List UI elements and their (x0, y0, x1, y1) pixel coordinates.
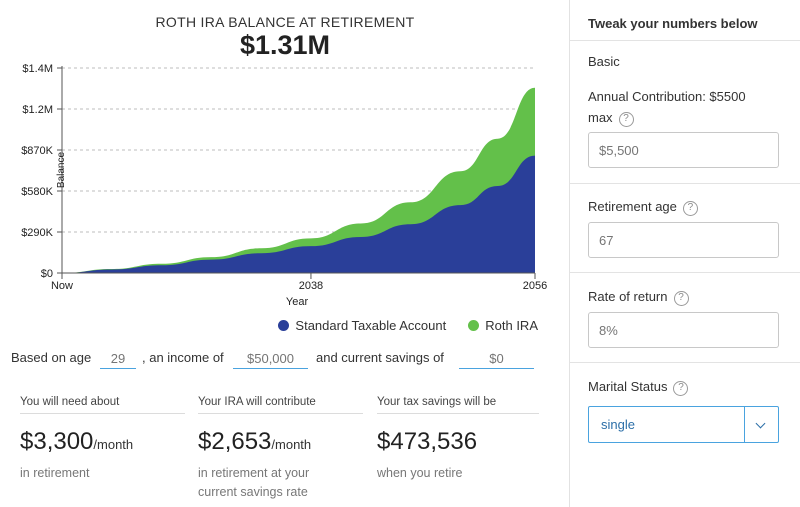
chevron-down-icon (755, 418, 766, 429)
contribution-input[interactable] (588, 132, 779, 168)
legend-dot-standard (278, 320, 290, 331)
sentence-part-3: and current savings of (316, 350, 444, 365)
section-label-basic: Basic (588, 54, 620, 69)
y-tick-label: $870K (21, 145, 53, 157)
stat-need-label: You will need about (20, 396, 185, 414)
retirement-age-label: Retirement age? (588, 196, 698, 217)
rate-of-return-label-text: Rate of return (588, 289, 668, 304)
stat-tax-sub: when you retire (377, 466, 463, 480)
stat-need: You will need about $3,300/month in reti… (20, 396, 185, 483)
panel-title: Tweak your numbers below (588, 16, 758, 31)
legend-item-standard: Standard Taxable Account (278, 318, 446, 333)
stat-tax-label: Your tax savings will be (377, 396, 539, 414)
x-axis-label: Year (286, 296, 309, 308)
age-input[interactable] (100, 348, 136, 369)
stat-tax: Your tax savings will be $473,536 when y… (377, 396, 539, 483)
settings-panel: Tweak your numbers below Basic Annual Co… (569, 0, 800, 507)
legend-label-standard: Standard Taxable Account (295, 318, 447, 333)
help-icon[interactable]: ? (618, 112, 634, 127)
y-axis-label: Balance (56, 151, 67, 188)
income-input[interactable] (233, 348, 308, 369)
chart-legend: Standard Taxable Account Roth IRA (278, 318, 538, 333)
x-tick-label: Now (51, 280, 73, 292)
stat-tax-value: $473,536 (377, 428, 478, 455)
help-icon[interactable]: ? (682, 201, 698, 216)
contribution-label-text: Annual Contribution: $5500 max (588, 89, 746, 125)
legend-label-roth: Roth IRA (485, 318, 538, 333)
stat-ira-label: Your IRA will contribute (198, 396, 363, 414)
y-tick-label: $290K (21, 227, 53, 239)
y-tick-label: $1.2M (22, 104, 53, 116)
sentence-part-2: , an income of (142, 350, 224, 365)
marital-status-value: single (601, 417, 635, 432)
legend-dot-roth (468, 320, 480, 331)
chart-areas (62, 87, 535, 273)
stat-ira-unit: /month (271, 437, 312, 452)
x-tick-label: 2038 (299, 280, 323, 292)
marital-status-label-text: Marital Status (588, 379, 668, 394)
panel-divider (570, 362, 800, 363)
marital-status-select[interactable]: single (588, 406, 779, 443)
stat-tax-value-row: $473,536 (377, 428, 539, 456)
retirement-age-label-text: Retirement age (588, 199, 677, 214)
help-icon[interactable]: ? (673, 381, 689, 396)
marital-status-label: Marital Status? (588, 376, 689, 397)
rate-of-return-label: Rate of return? (588, 286, 689, 307)
stat-ira-value: $2,653 (198, 428, 272, 455)
savings-input[interactable] (459, 348, 534, 369)
stat-need-unit: /month (93, 437, 134, 452)
contribution-label: Annual Contribution: $5500 max? (588, 86, 768, 128)
dropdown-button[interactable] (744, 407, 778, 442)
balance-chart: $0 $290K $580K $870K $1.2M $1.4M Now 2038 2056 B… (21, 63, 547, 308)
stat-ira-sub: in retirement at your current savings ra… (198, 466, 310, 499)
stat-need-sub: in retirement (20, 466, 90, 480)
legend-item-roth: Roth IRA (468, 318, 538, 333)
sentence-part-1: Based on age (11, 350, 92, 365)
retirement-age-input[interactable] (588, 222, 779, 258)
panel-divider (570, 183, 800, 184)
y-tick-label: $0 (41, 268, 53, 280)
y-tick-label: $580K (21, 186, 53, 198)
stat-ira: Your IRA will contribute $2,653/month in… (198, 396, 363, 502)
stat-need-value-row: $3,300/month (20, 428, 185, 456)
help-icon[interactable]: ? (673, 291, 689, 306)
stat-need-value: $3,300 (20, 428, 94, 455)
panel-divider (570, 272, 800, 273)
panel-divider (570, 40, 800, 41)
stat-ira-value-row: $2,653/month (198, 428, 363, 456)
y-tick-label: $1.4M (22, 63, 53, 75)
x-tick-label: 2056 (523, 280, 547, 292)
rate-of-return-input[interactable] (588, 312, 779, 348)
